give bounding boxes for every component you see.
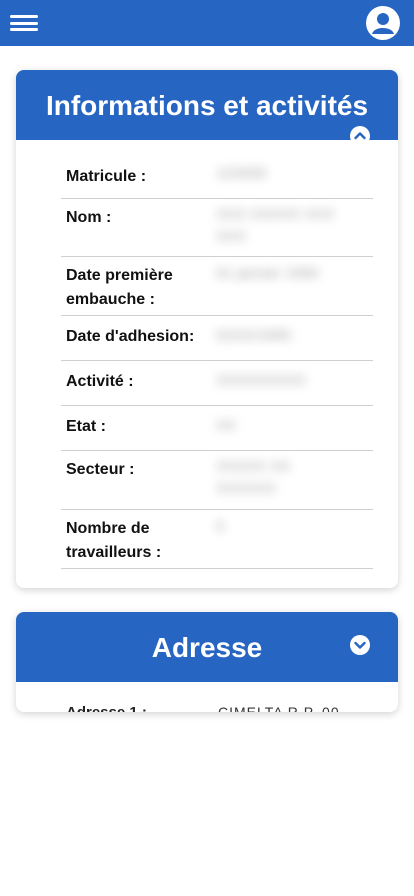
- field-label: Date d'adhesion:: [66, 328, 195, 345]
- field-value: 01/01/1990: [216, 327, 292, 344]
- field-label: Nom :: [66, 209, 112, 226]
- field-value: CIMELTA R.P. 00: [218, 704, 340, 712]
- field-value: XXXXX XX XXXXXX: [216, 458, 291, 497]
- field-label: Activité :: [66, 373, 134, 390]
- address-card-title: Adresse: [151, 632, 263, 663]
- field-label: Date première embauche :: [66, 267, 173, 308]
- chevron-down-circle-icon[interactable]: [350, 635, 370, 655]
- field-value: 0: [216, 518, 225, 535]
- list-item: Nom : XXX XXXXX XXX XXX: [61, 199, 373, 257]
- address-card: Adresse Adresse 1 : CIMELTA R.P. 00: [16, 612, 398, 712]
- information-card-title: Informations et activités: [45, 90, 369, 121]
- information-card: Informations et activités Matricule : 12…: [16, 70, 398, 588]
- field-label: Etat :: [66, 418, 106, 435]
- field-value: XXXXXXXXX: [216, 372, 307, 389]
- list-item: Date première embauche : 01 janvier 1990: [61, 257, 373, 316]
- user-account-icon[interactable]: [366, 6, 400, 40]
- address-partial-row: Adresse 1 : CIMELTA R.P. 00: [66, 704, 376, 712]
- list-item: Nombre de travailleurs : 0: [61, 510, 373, 569]
- hamburger-menu-icon[interactable]: [10, 13, 38, 33]
- field-value: 123456: [216, 165, 267, 182]
- list-item: Activité : XXXXXXXXX: [61, 361, 373, 406]
- field-value: XX: [216, 417, 237, 434]
- list-item: Date d'adhesion: 01/01/1990: [61, 316, 373, 361]
- field-label: Matricule :: [66, 168, 147, 185]
- field-label: Nombre de travailleurs :: [66, 520, 162, 561]
- top-app-bar: [0, 0, 414, 46]
- field-value: XXX XXXXX XXX XXX: [216, 206, 335, 245]
- address-card-header[interactable]: Adresse: [16, 612, 398, 682]
- list-item: Matricule : 123456: [61, 140, 373, 199]
- field-label: Secteur :: [66, 461, 135, 478]
- list-item: Etat : XX: [61, 406, 373, 451]
- information-card-header[interactable]: Informations et activités: [16, 70, 398, 146]
- field-label: Adresse 1 :: [66, 704, 147, 712]
- list-item: Secteur : XXXXX XX XXXXXX: [61, 451, 373, 510]
- field-value: 01 janvier 1990: [216, 265, 319, 282]
- information-list: Matricule : 123456 Nom : XXX XXXXX XXX X…: [61, 140, 373, 569]
